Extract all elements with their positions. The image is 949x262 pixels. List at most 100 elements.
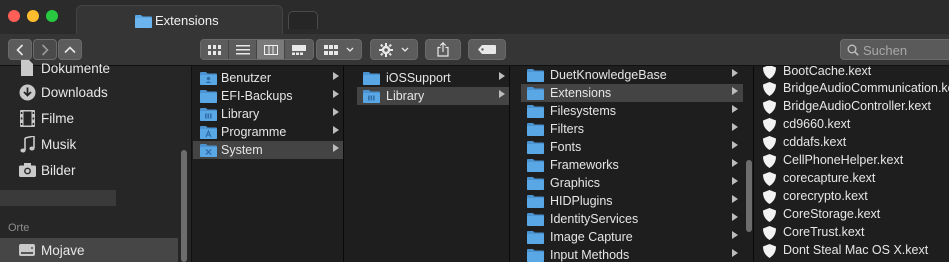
downloads-icon xyxy=(18,83,36,101)
list-item[interactable]: Graphics xyxy=(511,174,743,192)
tag-icon xyxy=(478,45,496,54)
list-item[interactable]: EFI-Backups xyxy=(193,87,343,105)
sidebar: Dokumente Downloads Filme Musik Bilder O… xyxy=(0,60,192,262)
disclosure-arrow-icon xyxy=(732,141,738,149)
tab-title: Extensions xyxy=(155,13,219,28)
folder-applications-icon xyxy=(200,126,217,139)
disclosure-arrow-icon xyxy=(732,195,738,203)
list-item[interactable]: Fonts xyxy=(511,138,743,156)
item-name: BridgeAudioCommunication.kext xyxy=(783,81,949,95)
sidebar-item-pictures[interactable]: Bilder xyxy=(0,158,178,182)
disclosure-arrow-icon xyxy=(732,213,738,221)
disclosure-arrow-icon xyxy=(732,231,738,239)
share-icon xyxy=(437,42,449,57)
kext-shield-icon xyxy=(763,244,776,258)
close-window-button[interactable] xyxy=(8,10,20,22)
disclosure-arrow-icon xyxy=(333,144,339,152)
folder-icon xyxy=(527,87,544,100)
list-item[interactable]: Frameworks xyxy=(511,156,743,174)
share-button[interactable] xyxy=(425,39,461,60)
kext-shield-icon xyxy=(763,118,776,132)
list-item[interactable]: corecapture.kext xyxy=(755,169,949,187)
list-item[interactable]: cddafs.kext xyxy=(755,133,949,151)
kext-shield-icon xyxy=(763,172,776,186)
list-item[interactable]: cd9660.kext xyxy=(755,115,949,133)
list-item[interactable]: BootCache.kext xyxy=(755,66,949,80)
new-tab-button[interactable] xyxy=(288,11,318,29)
chevron-right-icon xyxy=(41,43,49,56)
list-item[interactable]: Image Capture xyxy=(511,228,743,246)
folder-icon xyxy=(527,249,544,262)
sidebar-item-label: Dokumente xyxy=(41,60,111,76)
tab-extensions[interactable]: Extensions xyxy=(76,5,283,34)
list-item[interactable]: Library xyxy=(193,105,343,123)
list-item[interactable]: Filters xyxy=(511,120,743,138)
column-view-button[interactable] xyxy=(257,40,285,59)
list-item-selected[interactable]: System xyxy=(193,141,343,159)
list-item[interactable]: BridgeAudioController.kext xyxy=(755,97,949,115)
item-name: Graphics xyxy=(550,176,601,190)
sidebar-item-placeholder[interactable] xyxy=(0,190,116,206)
list-item[interactable]: DuetKnowledgeBase xyxy=(511,66,743,84)
sidebar-item-movies[interactable]: Filme xyxy=(0,106,178,130)
disclosure-arrow-icon xyxy=(732,249,738,257)
kext-shield-icon xyxy=(763,208,776,222)
list-item[interactable]: BridgeAudioCommunication.kext xyxy=(755,79,949,97)
column-4: BootCache.kext BridgeAudioCommunication.… xyxy=(755,66,949,262)
gear-icon xyxy=(379,42,393,57)
item-name: HIDPlugins xyxy=(550,194,613,208)
sidebar-scrollbar[interactable] xyxy=(181,150,187,262)
icon-view-button[interactable] xyxy=(201,40,229,59)
folder-icon xyxy=(527,105,544,118)
list-view-button[interactable] xyxy=(229,40,257,59)
item-name: Filters xyxy=(550,122,585,136)
sidebar-item-label: Musik xyxy=(41,136,77,152)
search-field[interactable] xyxy=(840,39,949,60)
item-name: DuetKnowledgeBase xyxy=(550,68,667,82)
list-item[interactable]: CoreStorage.kext xyxy=(755,205,949,223)
disclosure-arrow-icon xyxy=(333,126,339,134)
zoom-window-button[interactable] xyxy=(46,10,58,22)
list-item[interactable]: CoreTrust.kext xyxy=(755,223,949,241)
item-name: Programme xyxy=(221,125,287,139)
item-name: corecrypto.kext xyxy=(783,189,868,203)
list-item[interactable]: CellPhoneHelper.kext xyxy=(755,151,949,169)
tags-button[interactable] xyxy=(468,39,506,60)
sidebar-item-music[interactable]: Musik xyxy=(0,132,178,156)
item-name: BootCache.kext xyxy=(783,66,872,78)
chevron-down-icon xyxy=(401,47,409,52)
sidebar-item-downloads[interactable]: Downloads xyxy=(0,80,178,104)
list-item[interactable]: corecrypto.kext xyxy=(755,187,949,205)
sidebar-item-documents[interactable]: Dokumente xyxy=(0,56,178,80)
search-input[interactable] xyxy=(863,42,949,58)
list-item-selected[interactable]: Extensions xyxy=(521,84,743,102)
list-item-selected[interactable]: Library xyxy=(357,87,509,105)
list-item[interactable]: Programme xyxy=(193,123,343,141)
list-item[interactable]: HIDPlugins xyxy=(511,192,743,210)
disclosure-arrow-icon xyxy=(732,87,738,95)
item-name: Frameworks xyxy=(550,158,619,172)
item-name: Fonts xyxy=(550,140,582,154)
list-item[interactable]: Benutzer xyxy=(193,69,343,87)
gallery-view-button[interactable] xyxy=(285,40,313,59)
list-item[interactable]: Filesystems xyxy=(511,102,743,120)
disclosure-arrow-icon xyxy=(499,90,505,98)
kext-shield-icon xyxy=(763,154,776,168)
chevron-down-icon xyxy=(346,47,354,52)
chevron-left-icon xyxy=(16,43,24,56)
list-item[interactable]: IdentityServices xyxy=(511,210,743,228)
list-item[interactable]: Input Methods xyxy=(511,246,743,262)
sidebar-item-mojave[interactable]: Mojave xyxy=(0,238,178,262)
sidebar-item-label: Downloads xyxy=(41,84,108,100)
folder-icon xyxy=(527,231,544,244)
action-menu-button[interactable] xyxy=(370,39,418,60)
group-by-button[interactable] xyxy=(316,39,362,60)
disclosure-arrow-icon xyxy=(333,72,339,80)
list-item[interactable]: iOSSupport xyxy=(345,69,509,87)
list-item[interactable]: Dont Steal Mac OS X.kext xyxy=(755,241,949,259)
folder-icon xyxy=(527,177,544,190)
minimize-window-button[interactable] xyxy=(27,10,39,22)
disclosure-arrow-icon xyxy=(732,105,738,113)
documents-icon xyxy=(18,59,36,77)
column-3-scrollbar[interactable] xyxy=(746,160,752,232)
